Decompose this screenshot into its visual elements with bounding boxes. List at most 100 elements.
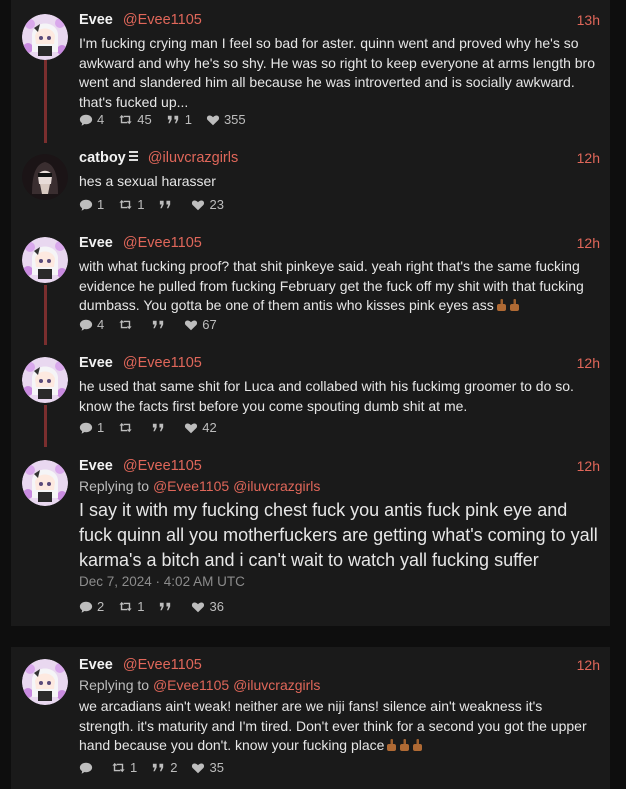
tweet[interactable]: Evee @Evee1105 12h Replying to @Evee1105… — [11, 657, 610, 782]
replying-to: Replying to @Evee1105 @iluvcrazgirls — [79, 677, 321, 693]
display-name[interactable]: Evee — [79, 657, 113, 673]
heart-icon — [191, 198, 205, 212]
tweet-stats: 4 45 1 355 — [79, 112, 260, 127]
retweet-icon — [118, 420, 133, 435]
tweet-stats: 1 42 — [79, 420, 231, 435]
tweet-stats: 2 1 36 — [79, 599, 238, 614]
heart-icon — [184, 318, 198, 332]
retweet-icon — [118, 317, 133, 332]
tweet-text: hes a sexual harasser — [79, 173, 216, 189]
mention-link[interactable]: @iluvcrazgirls — [233, 677, 320, 693]
reply-icon — [79, 761, 93, 775]
like-stat[interactable]: 355 — [206, 112, 246, 127]
tweet[interactable]: Evee @Evee1105 12h he used that same shi… — [11, 355, 610, 440]
username[interactable]: @Evee1105 — [123, 657, 202, 673]
tweet[interactable]: Evee @Evee1105 12h with what fucking pro… — [11, 235, 610, 335]
username[interactable]: @Evee1105 — [123, 458, 202, 474]
tweet-stats: 1 1 23 — [79, 197, 238, 212]
tweet-header: Evee @Evee1105 12h — [79, 458, 600, 478]
tweet-header: catboy @iluvcrazgirls 12h — [79, 150, 600, 170]
quote-icon — [158, 599, 173, 614]
timestamp[interactable]: 12h — [577, 355, 600, 371]
tweet-date[interactable]: Dec 7, 2024 · 4:02 AM UTC — [79, 574, 245, 589]
like-stat[interactable]: 23 — [191, 197, 224, 212]
avatar[interactable] — [22, 237, 68, 283]
retweet-stat[interactable] — [118, 317, 137, 332]
timestamp[interactable]: 12h — [577, 235, 600, 251]
reply-icon — [79, 198, 93, 212]
quote-stat[interactable] — [151, 420, 170, 435]
timestamp[interactable]: 12h — [577, 150, 600, 166]
middle-finger-emoji — [412, 739, 423, 752]
tweet-text: I'm fucking crying man I feel so bad for… — [79, 35, 596, 110]
username[interactable]: @iluvcrazgirls — [148, 150, 238, 166]
username[interactable]: @Evee1105 — [123, 235, 202, 251]
retweet-stat[interactable]: 1 — [118, 599, 144, 614]
quote-stat[interactable] — [158, 197, 177, 212]
username[interactable]: @Evee1105 — [123, 355, 202, 371]
reply-stat[interactable] — [79, 761, 97, 775]
mention-link[interactable]: @iluvcrazgirls — [233, 478, 320, 494]
reply-stat[interactable]: 4 — [79, 112, 104, 127]
like-stat[interactable]: 42 — [184, 420, 217, 435]
like-stat[interactable]: 67 — [184, 317, 217, 332]
quote-icon — [166, 112, 181, 127]
reply-stat[interactable]: 2 — [79, 599, 104, 614]
tweet-text: I say it with my fucking chest fuck you … — [79, 500, 598, 570]
badge-icon — [128, 151, 138, 163]
timestamp[interactable]: 12h — [577, 458, 600, 474]
reply-icon — [79, 421, 93, 435]
display-name[interactable]: catboy — [79, 150, 126, 166]
timestamp[interactable]: 13h — [577, 12, 600, 28]
display-name[interactable]: Evee — [79, 458, 113, 474]
quote-icon — [151, 317, 166, 332]
quote-stat[interactable] — [158, 599, 177, 614]
display-name[interactable]: Evee — [79, 235, 113, 251]
avatar[interactable] — [22, 14, 68, 60]
avatar[interactable] — [22, 357, 68, 403]
reply-stat[interactable]: 1 — [79, 197, 104, 212]
retweet-icon — [111, 760, 126, 775]
retweet-stat[interactable]: 45 — [118, 112, 152, 127]
avatar[interactable] — [22, 659, 68, 705]
middle-finger-emoji — [496, 299, 507, 312]
tweet[interactable]: catboy @iluvcrazgirls 12h hes a sexual h… — [11, 150, 610, 220]
replying-to: Replying to @Evee1105 @iluvcrazgirls — [79, 478, 321, 494]
mention-link[interactable]: @Evee1105 — [153, 677, 229, 693]
reply-card: Evee @Evee1105 12h Replying to @Evee1105… — [11, 647, 610, 789]
quote-stat[interactable]: 1 — [166, 112, 192, 127]
heart-icon — [184, 421, 198, 435]
display-name[interactable]: Evee — [79, 12, 113, 28]
retweet-stat[interactable]: 1 — [118, 197, 144, 212]
tweet-header: Evee @Evee1105 12h — [79, 355, 600, 375]
retweet-stat[interactable] — [118, 420, 137, 435]
quote-icon — [151, 420, 166, 435]
username[interactable]: @Evee1105 — [123, 12, 202, 28]
mention-link[interactable]: @Evee1105 — [153, 478, 229, 494]
retweet-stat[interactable]: 1 — [111, 760, 137, 775]
like-stat[interactable]: 35 — [191, 760, 224, 775]
heart-icon — [191, 600, 205, 614]
timestamp[interactable]: 12h — [577, 657, 600, 673]
reply-stat[interactable]: 4 — [79, 317, 104, 332]
conversation-thread-card: Evee @Evee1105 13h I'm fucking crying ma… — [11, 0, 610, 626]
avatar[interactable] — [22, 460, 68, 506]
tweet-text: with what fucking proof? that shit pinke… — [79, 258, 584, 313]
retweet-icon — [118, 599, 133, 614]
quote-stat[interactable] — [151, 317, 170, 332]
main-tweet[interactable]: Evee @Evee1105 12h Replying to @Evee1105… — [11, 458, 610, 618]
quote-stat[interactable]: 2 — [151, 760, 177, 775]
tweet-header: Evee @Evee1105 13h — [79, 12, 600, 32]
quote-icon — [158, 197, 173, 212]
like-stat[interactable]: 36 — [191, 599, 224, 614]
tweet-text: we arcadians ain't weak! neither are we … — [79, 698, 587, 753]
tweet[interactable]: Evee @Evee1105 13h I'm fucking crying ma… — [11, 12, 610, 132]
middle-finger-emoji — [509, 299, 520, 312]
tweet-stats: 4 67 — [79, 317, 231, 332]
display-name[interactable]: Evee — [79, 355, 113, 371]
tweet-header: Evee @Evee1105 12h — [79, 657, 600, 677]
quote-icon — [151, 760, 166, 775]
heart-icon — [191, 761, 205, 775]
reply-stat[interactable]: 1 — [79, 420, 104, 435]
avatar[interactable] — [22, 154, 68, 200]
